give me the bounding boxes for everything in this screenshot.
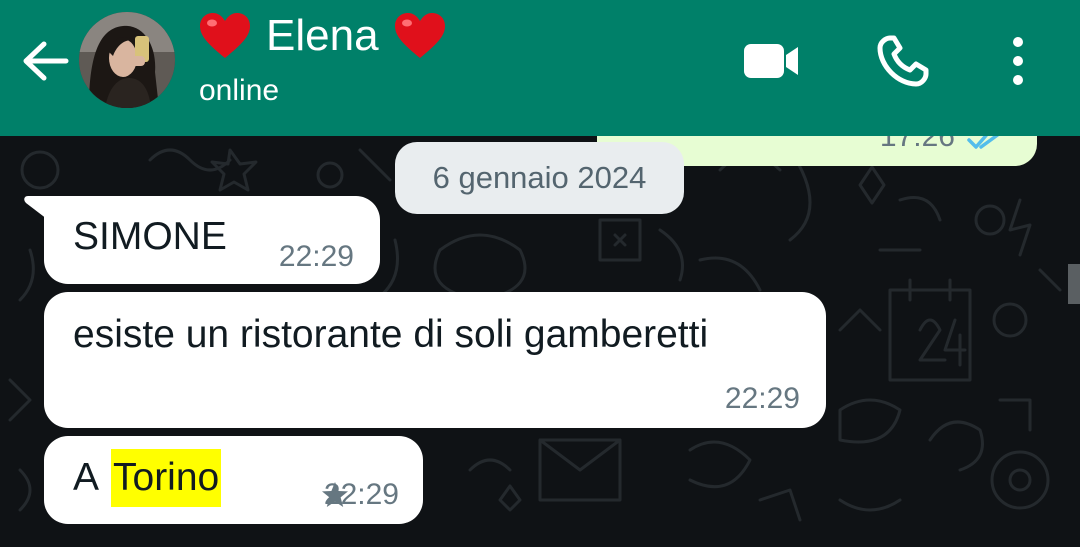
message-text: SIMONE xyxy=(73,215,227,258)
contact-photo xyxy=(79,12,175,108)
incoming-message-bubble[interactable]: A Torino 22:29 xyxy=(44,436,423,524)
message-text: A xyxy=(73,456,100,499)
message-time: 22:29 xyxy=(323,478,399,511)
contact-status: online xyxy=(199,74,280,107)
search-highlight-text: Torino xyxy=(111,449,222,507)
avatar[interactable] xyxy=(79,12,175,108)
more-vertical-icon[interactable] xyxy=(1003,34,1033,88)
message-time: 22:29 xyxy=(724,382,800,415)
heart-emoji-icon xyxy=(200,13,250,58)
date-separator: 6 gennaio 2024 xyxy=(395,142,684,214)
heart-emoji-icon xyxy=(394,13,445,58)
contact-name: Elena xyxy=(266,11,379,60)
phone-icon[interactable] xyxy=(876,34,930,88)
chat-header: Elena online xyxy=(0,0,1080,136)
incoming-message-bubble[interactable]: esiste un ristorante di soli gamberetti … xyxy=(44,292,826,428)
scrollbar-handle[interactable] xyxy=(1068,264,1080,304)
incoming-message-bubble[interactable]: SIMONE 22:29 xyxy=(44,196,380,284)
arrow-left-icon[interactable] xyxy=(18,38,74,84)
video-camera-icon[interactable] xyxy=(742,38,800,84)
message-text: esiste un ristorante di soli gamberetti xyxy=(73,313,709,356)
contact-name-row[interactable]: Elena xyxy=(198,8,447,64)
message-time: 22:29 xyxy=(278,240,354,273)
